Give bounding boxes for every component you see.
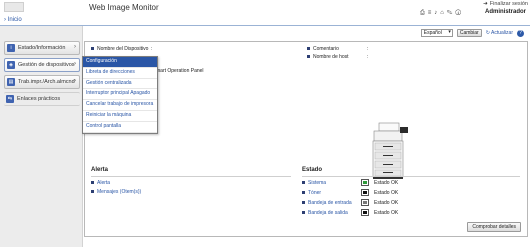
chevron-right-icon: › — [74, 44, 76, 50]
sidebar-item-print-jobs[interactable]: ▤ Trab.impr./Arch.almcnd › — [4, 75, 80, 89]
output-tray-icon — [361, 209, 369, 216]
status-output-tray-label: Bandeja de salida — [308, 210, 348, 216]
status-state-text: Estado OK — [374, 209, 399, 216]
gear-icon: ◈ — [7, 61, 15, 69]
breadcrumb-home-label: Inicio — [7, 17, 22, 23]
sidebar-item-status[interactable]: i Estado/Información › — [4, 41, 80, 55]
status-output-tray-state: Estado OK — [361, 209, 398, 216]
colon: : — [367, 46, 369, 52]
menu-item-configuration[interactable]: Configuración — [83, 57, 157, 68]
printer-image — [372, 122, 408, 179]
user-name: Administrador — [484, 9, 526, 15]
status-ok-icon — [361, 179, 369, 186]
status-state-text: Estado OK — [374, 179, 399, 186]
status-title: Estado — [302, 167, 323, 173]
status-system-label: Sistema — [308, 180, 327, 186]
host-label: Nombre de host — [313, 54, 349, 60]
status-input-tray-state: Estado OK — [361, 199, 398, 206]
alert-link-label: Alerta — [97, 180, 111, 186]
help-icon[interactable]: ? — [517, 29, 524, 37]
bullet-icon — [91, 47, 94, 51]
status-toner-link[interactable]: Tóner — [302, 190, 321, 196]
sidebar-item-label: Estado/Información — [18, 45, 66, 51]
bullet-icon — [302, 191, 305, 195]
check-details-button[interactable]: Comprobar detalles — [467, 222, 521, 232]
sidebar-item-links[interactable]: ⇆ Enlaces prácticos — [4, 92, 80, 106]
toner-icon — [361, 189, 369, 196]
home-icon[interactable]: ⌂ — [440, 10, 447, 16]
link-icon: ⇆ — [6, 95, 14, 103]
status-toner-label: Tóner — [308, 190, 322, 196]
host-row: Nombre de host : — [307, 54, 397, 60]
toolbar: Español Cambiar ↻ Actualizar ? — [420, 29, 524, 37]
status-divider — [302, 176, 520, 177]
document-icon: ▤ — [7, 78, 15, 86]
status-toner-state: Estado OK — [361, 189, 398, 196]
info-icon[interactable]: ⓘ — [455, 10, 464, 16]
bullet-icon — [302, 211, 305, 215]
status-system-state: Estado OK — [361, 179, 398, 186]
sidebar: i Estado/Información › ◈ Gestión de disp… — [0, 26, 83, 247]
bullet-icon — [307, 47, 310, 51]
bullet-icon — [307, 55, 310, 59]
menu-item-screen-control[interactable]: Control pantalla — [83, 122, 157, 133]
header: Web Image Monitor ➜ Finalizar sesión ⎙≡♪⌂… — [0, 0, 530, 17]
status-output-tray-link[interactable]: Bandeja de salida — [302, 210, 348, 216]
breadcrumb-home[interactable]: › Inicio — [4, 17, 22, 23]
refresh-link[interactable]: ↻ Actualizar — [486, 30, 513, 36]
refresh-label: Actualizar — [491, 30, 513, 36]
language-select[interactable]: Español — [420, 29, 453, 37]
device-name-label: Nombre del Dispositivo — [97, 46, 149, 52]
alert-link[interactable]: Alerta — [91, 180, 110, 186]
comment-row: Comentario : — [307, 46, 397, 52]
bullet-icon — [302, 181, 305, 185]
header-icons: ⎙≡♪⌂✎ⓘ — [420, 10, 464, 17]
device-management-menu: Configuración Libreta de direcciones Ges… — [82, 56, 158, 134]
tray-icon — [361, 199, 369, 206]
messages-link-label: Mensajes (Otem(s)) — [97, 189, 142, 195]
sidebar-item-device-management[interactable]: ◈ Gestión de dispositivos › — [4, 58, 80, 72]
colon: : — [367, 54, 369, 60]
breadcrumb: › Inicio — [0, 17, 530, 26]
comment-label: Comentario — [313, 46, 339, 52]
info-icon: i — [7, 44, 15, 52]
logout-arrow-icon: ➜ — [483, 1, 488, 7]
sidebar-item-label: Enlaces prácticos — [17, 96, 61, 102]
chevron-right-icon: › — [74, 61, 76, 67]
sidebar-nav: i Estado/Información › ◈ Gestión de disp… — [4, 41, 80, 109]
menu-item-cancel-print-job[interactable]: Cancelar trabajo de impresora — [83, 100, 157, 111]
alert-title: Alerta — [91, 167, 109, 173]
sidebar-item-label: Trab.impr./Arch.almcnd — [18, 79, 75, 85]
menu-item-central-management[interactable]: Gestión centralizada — [83, 79, 157, 90]
device-name-row: Nombre del Dispositivo : — [91, 46, 157, 52]
status-state-text: Estado OK — [374, 189, 399, 196]
bullet-icon — [91, 190, 94, 194]
status-system-link[interactable]: Sistema — [302, 180, 326, 186]
brand-logo — [4, 2, 24, 12]
printer-icon[interactable]: ⎙ — [420, 10, 428, 16]
logout-link[interactable]: ➜ Finalizar sesión — [483, 1, 528, 7]
menu-item-restart-machine[interactable]: Reiniciar la máquina — [83, 111, 157, 122]
status-state-text: Estado OK — [374, 199, 399, 206]
status-input-tray-label: Bandeja de entrada — [308, 200, 352, 206]
status-input-tray-link[interactable]: Bandeja de entrada — [302, 200, 352, 206]
colon: : — [151, 46, 153, 52]
bullet-icon — [302, 201, 305, 205]
operation-panel-text: mart Operation Panel — [156, 68, 204, 74]
alert-divider — [91, 176, 291, 177]
messages-link[interactable]: Mensajes (Otem(s)) — [91, 189, 141, 195]
bullet-icon — [91, 181, 94, 185]
app-title: Web Image Monitor — [89, 3, 159, 12]
chevron-right-icon: › — [74, 78, 76, 84]
menu-item-power-off[interactable]: Interruptor principal Apagado — [83, 89, 157, 101]
sidebar-item-label: Gestión de dispositivos — [18, 62, 75, 68]
menu-item-address-book[interactable]: Libreta de direcciones — [83, 68, 157, 79]
change-button[interactable]: Cambiar — [456, 29, 482, 37]
logout-label: Finalizar sesión — [489, 1, 528, 7]
